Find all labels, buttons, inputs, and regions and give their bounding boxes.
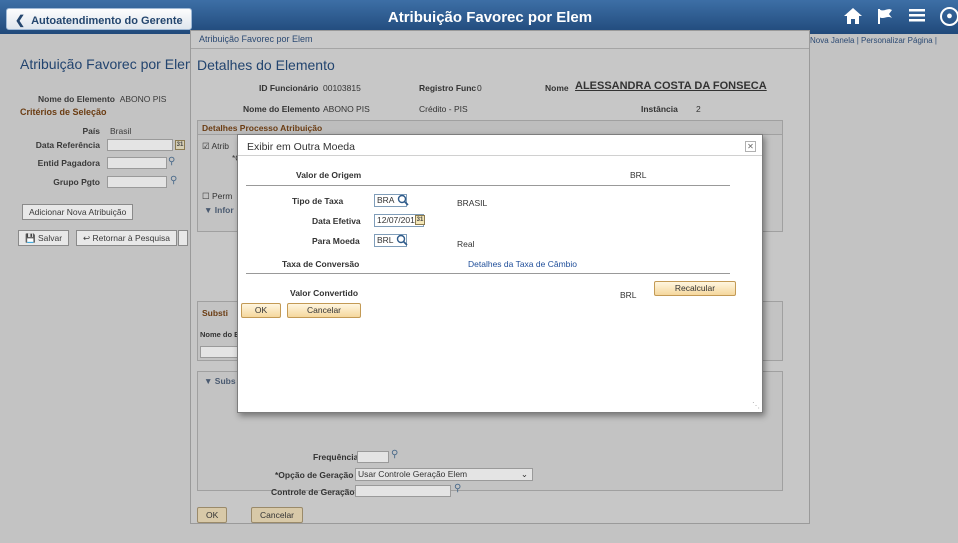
criteria-header: Critérios de Seleção [20, 107, 107, 117]
element-details-title: Detalhes do Elemento [197, 57, 335, 73]
lookup-icon[interactable]: ⚲ [454, 483, 461, 494]
currency-modal: Exibir em Outra Moeda ✕ Valor de Origem … [237, 134, 763, 413]
instance-label: Instância [641, 104, 678, 114]
rate-type-desc: BRASIL [457, 198, 488, 208]
to-currency-label: Para Moeda [312, 236, 360, 246]
effective-date-label: Data Efetiva [312, 216, 361, 226]
back-button[interactable]: ❮ Autoatendimento do Gerente [6, 8, 192, 30]
country-label: País [82, 126, 101, 136]
divider [246, 273, 730, 274]
assign-checkbox-label: Atrib [211, 141, 229, 151]
save-button-label: Salvar [37, 233, 63, 243]
to-currency-desc: Real [457, 239, 475, 249]
pay-group-label: Grupo Pgto [53, 177, 100, 187]
name-value: ALESSANDRA COSTA DA FONSECA [575, 80, 767, 92]
left-pane: Atribuição Favorec por Elem Nome do Elem… [6, 34, 197, 543]
save-button[interactable]: 💾 Salvar [18, 230, 70, 246]
modal-title-divider [238, 155, 762, 156]
name-label: Nome [545, 83, 569, 93]
modal-title: Exibir em Outra Moeda [247, 141, 355, 153]
info-section-label: Infor [214, 205, 234, 215]
credit-label: Crédito - PIS [419, 104, 468, 114]
origin-value-label: Valor de Origem [296, 170, 362, 180]
generation-option-select[interactable]: Usar Controle Geração Elem ⌄ [355, 468, 533, 481]
element-name-short: Nome do E [200, 330, 240, 339]
back-button-label: Autoatendimento do Gerente [31, 15, 183, 27]
frequency-label: Frequência [313, 452, 359, 462]
ref-date-label: Data Referência [35, 140, 100, 150]
close-icon[interactable]: ✕ [745, 141, 756, 152]
main-panel-header: Atribuição Favorec por Elem [191, 31, 809, 49]
bg-ok-button[interactable]: OK [197, 507, 228, 523]
element-name-value: ABONO PIS [323, 104, 370, 114]
return-search-button[interactable]: ↩ Retornar à Pesquisa [76, 230, 177, 246]
substitute-header: Substi [202, 308, 228, 318]
generation-option-value: Usar Controle Geração Elem [358, 469, 468, 479]
generation-control-input[interactable] [355, 485, 451, 497]
navbar-icon[interactable]: ● [940, 7, 958, 26]
assign-checkbox[interactable]: ☑ Atrib [202, 141, 229, 152]
lookup-icon[interactable] [397, 194, 409, 206]
save-icon: 💾 [25, 233, 36, 243]
left-element-name-label: Nome do Elemento [38, 94, 115, 104]
flag-icon[interactable] [876, 7, 894, 30]
employee-id-label: ID Funcionário [259, 83, 319, 93]
lookup-icon[interactable]: ⚲ [170, 175, 177, 186]
rate-details-link[interactable]: Detalhes da Taxa de Câmbio [468, 259, 577, 269]
employee-id-value: 00103815 [323, 83, 361, 93]
return-button-label: Retornar à Pesquisa [92, 233, 171, 243]
perm-checkbox-label: Perm [211, 191, 233, 201]
converted-value-label: Valor Convertido [290, 288, 359, 298]
ref-date-input[interactable] [107, 139, 173, 151]
origin-currency: BRL [630, 170, 647, 180]
payer-label: Entid Pagadora [37, 158, 100, 168]
calendar-icon[interactable]: 31 [415, 215, 425, 225]
top-banner: ❮ Autoatendimento do Gerente Atribuição F… [0, 0, 958, 34]
generation-option-label: *Opção de Geração [275, 470, 354, 480]
employee-record-value: 0 [477, 83, 482, 93]
element-name-label: Nome do Elemento [243, 104, 320, 114]
cancel-button[interactable]: Cancelar [287, 303, 361, 318]
perm-checkbox[interactable]: ☐ Perm [202, 191, 232, 202]
rate-type-label: Tipo de Taxa [292, 196, 344, 206]
frequency-input[interactable] [357, 451, 389, 463]
chevron-down-icon: ⌄ [520, 469, 528, 479]
chevron-left-icon: ❮ [15, 13, 26, 27]
return-icon: ↩ [83, 233, 91, 243]
right-links[interactable]: Nova Janela | Personalizar Página | [810, 36, 937, 45]
add-assignment-button[interactable]: Adicionar Nova Atribuição [22, 204, 134, 220]
recalculate-button[interactable]: Recalcular [654, 281, 736, 296]
payer-input[interactable] [107, 157, 167, 169]
lookup-icon[interactable]: ⚲ [391, 449, 398, 460]
substitute-input[interactable] [200, 346, 240, 358]
left-pane-title: Atribuição Favorec por Elem [20, 56, 197, 72]
left-element-name: Nome do Elemento ABONO PIS [38, 94, 166, 104]
subs-section-label: Subs [214, 376, 236, 386]
employee-record-label: Registro Func [419, 83, 477, 93]
divider [246, 185, 730, 186]
calendar-icon[interactable]: 31 [175, 140, 185, 150]
instance-value: 2 [696, 104, 701, 114]
menu-icon[interactable] [909, 7, 925, 28]
process-details-header: Detalhes Processo Atribuição [198, 121, 782, 135]
next-button[interactable] [178, 230, 188, 246]
page-title: Atribuição Favorec por Elem [387, 9, 593, 26]
home-icon[interactable] [843, 7, 863, 30]
ok-button[interactable]: OK [241, 303, 281, 318]
resize-handle-icon[interactable]: ⋱ [752, 401, 760, 410]
subs-section-toggle[interactable]: ▼ Subs [204, 376, 236, 386]
lookup-icon[interactable] [396, 234, 408, 246]
conversion-rate-label: Taxa de Conversão [282, 259, 360, 269]
country-value: Brasil [110, 126, 132, 136]
bg-cancel-button[interactable]: Cancelar [251, 507, 304, 523]
pay-group-input[interactable] [107, 176, 167, 188]
info-section-toggle[interactable]: ▼ Infor [204, 205, 234, 215]
converted-currency: BRL [620, 290, 637, 300]
left-element-name-value: ABONO PIS [119, 94, 167, 104]
lookup-icon[interactable]: ⚲ [168, 156, 175, 167]
generation-control-label: Controle de Geração [271, 487, 355, 497]
